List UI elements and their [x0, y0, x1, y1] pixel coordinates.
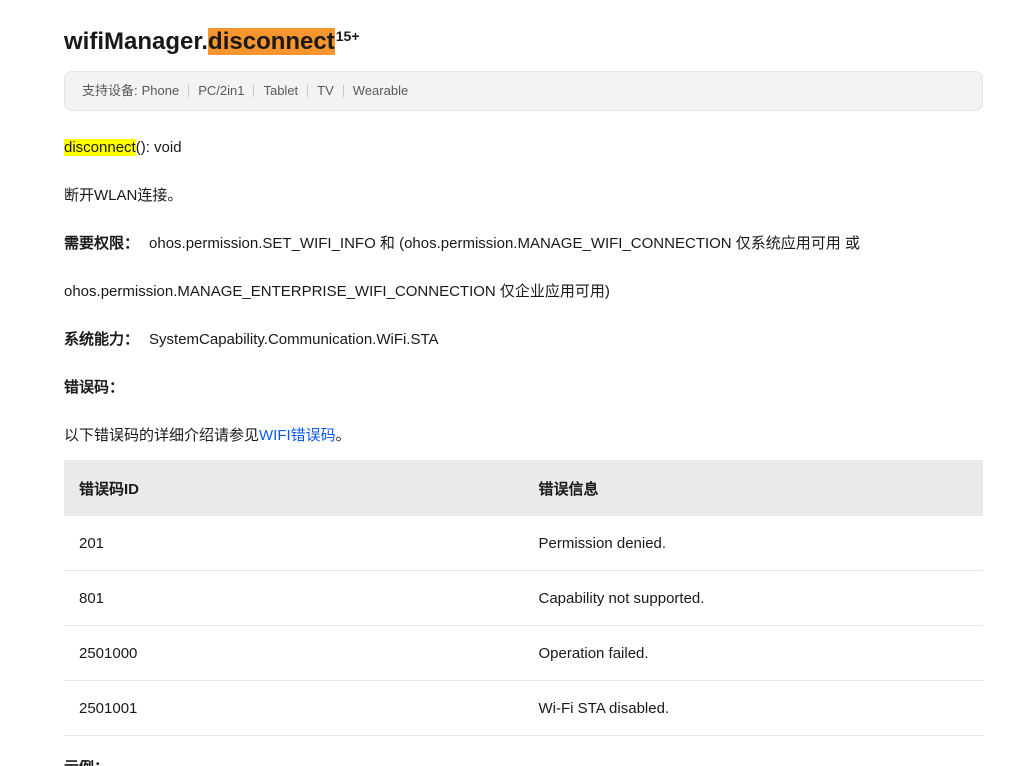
permission-line-1: 需要权限： ohos.permission.SET_WIFI_INFO 和 (oh… — [64, 234, 860, 254]
error-message-cell: Capability not supported. — [538, 589, 705, 607]
table-header-error-message: 错误信息 — [538, 480, 599, 498]
table-row: 801 Capability not supported. — [64, 571, 983, 626]
example-heading: 示例： — [64, 760, 109, 766]
device-phone: Phone — [141, 83, 180, 98]
device-separator — [253, 84, 255, 97]
error-id-cell: 2501001 — [79, 699, 138, 717]
error-message-cell: Operation failed. — [538, 644, 649, 662]
permission-value-1: ohos.permission.SET_WIFI_INFO 和 (ohos.pe… — [149, 235, 860, 252]
error-message-cell: Permission denied. — [538, 534, 667, 552]
error-codes-intro-suffix: 。 — [335, 427, 351, 444]
table-header-error-id: 错误码ID — [79, 480, 140, 498]
table-row: 2501000 Operation failed. — [64, 626, 983, 681]
table-header-row: 错误码ID 错误信息 — [64, 460, 983, 516]
device-tv: TV — [317, 83, 334, 98]
error-code-table: 错误码ID 错误信息 201 Permission denied. 801 Ca… — [64, 460, 983, 736]
signature-search-highlight: disconnect — [64, 139, 136, 156]
error-id-cell: 201 — [79, 534, 105, 552]
permission-label: 需要权限： — [64, 235, 140, 252]
page-title: wifiManager.disconnect15+ — [64, 26, 360, 58]
error-codes-heading: 错误码： — [64, 379, 125, 396]
error-message-cell: Wi-Fi STA disabled. — [538, 699, 670, 717]
api-signature: disconnect(): void — [64, 138, 182, 158]
device-pc-2in1: PC/2in1 — [198, 83, 245, 98]
permission-line-2: ohos.permission.MANAGE_ENTERPRISE_WIFI_C… — [64, 283, 610, 300]
error-codes-intro-text: 以下错误码的详细介绍请参见 — [64, 427, 260, 444]
signature-rest: (): void — [135, 139, 182, 156]
error-id-cell: 2501000 — [79, 644, 138, 662]
title-search-highlight: disconnect — [208, 28, 335, 55]
wifi-error-codes-link[interactable]: WIFI错误码 — [259, 427, 336, 444]
capability-value: SystemCapability.Communication.WiFi.STA — [149, 331, 439, 348]
device-wearable: Wearable — [352, 83, 409, 98]
supported-devices-bar: 支持设备: Phone PC/2in1 Tablet TV Wearable — [64, 71, 983, 111]
table-row: 201 Permission denied. — [64, 516, 983, 571]
error-id-cell: 801 — [79, 589, 105, 607]
error-codes-intro: 以下错误码的详细介绍请参见WIFI错误码。 — [64, 426, 351, 446]
system-capability: 系统能力： SystemCapability.Communication.WiFi… — [64, 330, 439, 350]
capability-label: 系统能力： — [64, 331, 140, 348]
table-row: 2501001 Wi-Fi STA disabled. — [64, 681, 983, 736]
supported-devices-label: 支持设备: — [82, 83, 138, 98]
device-tablet: Tablet — [263, 83, 299, 98]
version-badge: 15+ — [335, 28, 360, 44]
device-separator — [342, 84, 344, 97]
device-separator — [188, 84, 190, 97]
title-prefix: wifiManager. — [64, 28, 209, 55]
device-separator — [307, 84, 309, 97]
api-description: 断开WLAN连接。 — [64, 187, 183, 204]
